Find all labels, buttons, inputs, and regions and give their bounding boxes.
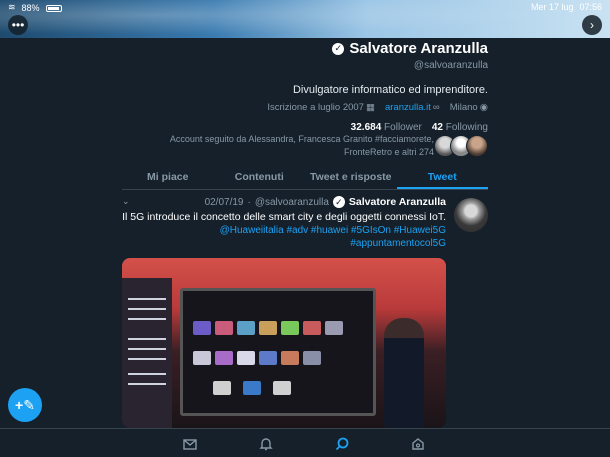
tweet-tags-line1[interactable]: @Huaweiitalia #adv #huawei #5GIsOn #Huaw… <box>122 224 446 237</box>
notifications-icon[interactable] <box>258 436 274 452</box>
tweet-body: ⌄ 02/07/19 · @salvoaranzulla ✓ Salvatore… <box>122 196 446 250</box>
messages-icon[interactable] <box>182 436 198 452</box>
display-screen <box>180 288 376 416</box>
tab-likes[interactable]: Mi piace <box>122 168 214 189</box>
following-stat[interactable]: 42 Following <box>432 122 488 133</box>
profile-header: ✓ Salvatore Aranzulla @salvoaranzulla Di… <box>128 40 488 133</box>
profile-bio: Divulgatore informatico ed imprenditore. <box>292 84 488 96</box>
location-text: Milano <box>449 102 478 113</box>
more-icon[interactable]: ••• <box>8 15 28 35</box>
battery-icon <box>45 5 62 12</box>
verified-icon: ✓ <box>332 196 345 208</box>
avatar <box>466 135 488 157</box>
tweet-text: Il 5G introduce il concetto delle smart … <box>122 211 446 223</box>
status-date: Mer 17 lug <box>530 2 574 12</box>
tweet-separator: · <box>247 196 251 208</box>
battery-percent: 88% <box>21 2 40 13</box>
avatar[interactable] <box>454 198 488 232</box>
website-link[interactable]: aranzulla.it <box>385 102 431 113</box>
tab-media[interactable]: Contenuti <box>214 168 306 189</box>
search-icon[interactable] <box>334 436 350 452</box>
followers-label: Follower <box>384 122 422 133</box>
home-icon[interactable] <box>410 436 426 452</box>
follow-counts: 32.684 Follower 42 Following <box>128 122 488 133</box>
profile-tabs: Mi piace Contenuti Tweet e risposte Twee… <box>122 168 488 190</box>
website-row[interactable]: aranzulla.it ∞ <box>385 102 440 113</box>
tab-tweets-replies[interactable]: Tweet e risposte <box>305 168 397 189</box>
location-icon: ◉ <box>479 102 488 113</box>
status-bar: ≋ 88% Mer 17 lug 07:56 <box>0 2 610 14</box>
joined-date: Iscrizione a luglio 2007 <box>267 102 364 113</box>
chevron-down-icon[interactable]: ⌄ <box>122 196 130 207</box>
tab-tweets[interactable]: Tweet <box>396 168 488 189</box>
verified-icon: ✓ <box>332 42 345 55</box>
profile-handle: @salvoaranzulla <box>413 60 488 71</box>
tweet-header: 02/07/19 · @salvoaranzulla ✓ Salvatore A… <box>122 196 446 208</box>
followed-by-line1: Account seguito da Alessandra, Francesca… <box>169 134 434 144</box>
tweet-author[interactable]: Salvatore Aranzulla <box>349 196 446 208</box>
status-time: 07:56 <box>579 2 602 12</box>
presenter-figure <box>384 318 424 428</box>
followed-by[interactable]: Account seguito da Alessandra, Francesca… <box>128 133 488 159</box>
following-label: Following <box>445 122 488 133</box>
calendar-icon: ▦ <box>365 102 375 113</box>
profile-name-row: ✓ Salvatore Aranzulla <box>128 40 488 57</box>
profile-name: Salvatore Aranzulla <box>349 40 488 57</box>
following-count: 42 <box>431 122 443 133</box>
followers-count: 32.684 <box>350 122 382 133</box>
followed-by-text: Account seguito da Alessandra, Francesca… <box>170 133 434 159</box>
joined-row: Iscrizione a luglio 2007 ▦ <box>267 102 375 113</box>
wifi-icon: ≋ <box>8 2 16 12</box>
compose-icon[interactable]: +✎ <box>8 388 42 422</box>
link-icon: ∞ <box>432 102 440 113</box>
followed-avatars <box>434 135 488 157</box>
followed-by-line2: FronteRetro e altri 274 <box>343 147 434 157</box>
profile-meta: Iscrizione a luglio 2007 ▦ aranzulla.it ∞ … <box>128 102 488 113</box>
bottom-nav <box>0 428 610 457</box>
followers-stat[interactable]: 32.684 Follower <box>351 122 422 133</box>
tweet-media-image[interactable] <box>122 258 446 428</box>
exhibit-panel <box>122 278 172 428</box>
tweet-date: 02/07/19 <box>204 196 244 208</box>
back-arrow-icon[interactable]: › <box>582 15 602 35</box>
tweet-handle: @salvoaranzulla <box>254 196 329 208</box>
tweet-tags-line2[interactable]: #appuntamentocol5G <box>122 237 446 250</box>
location-row: Milano ◉ <box>450 102 488 113</box>
